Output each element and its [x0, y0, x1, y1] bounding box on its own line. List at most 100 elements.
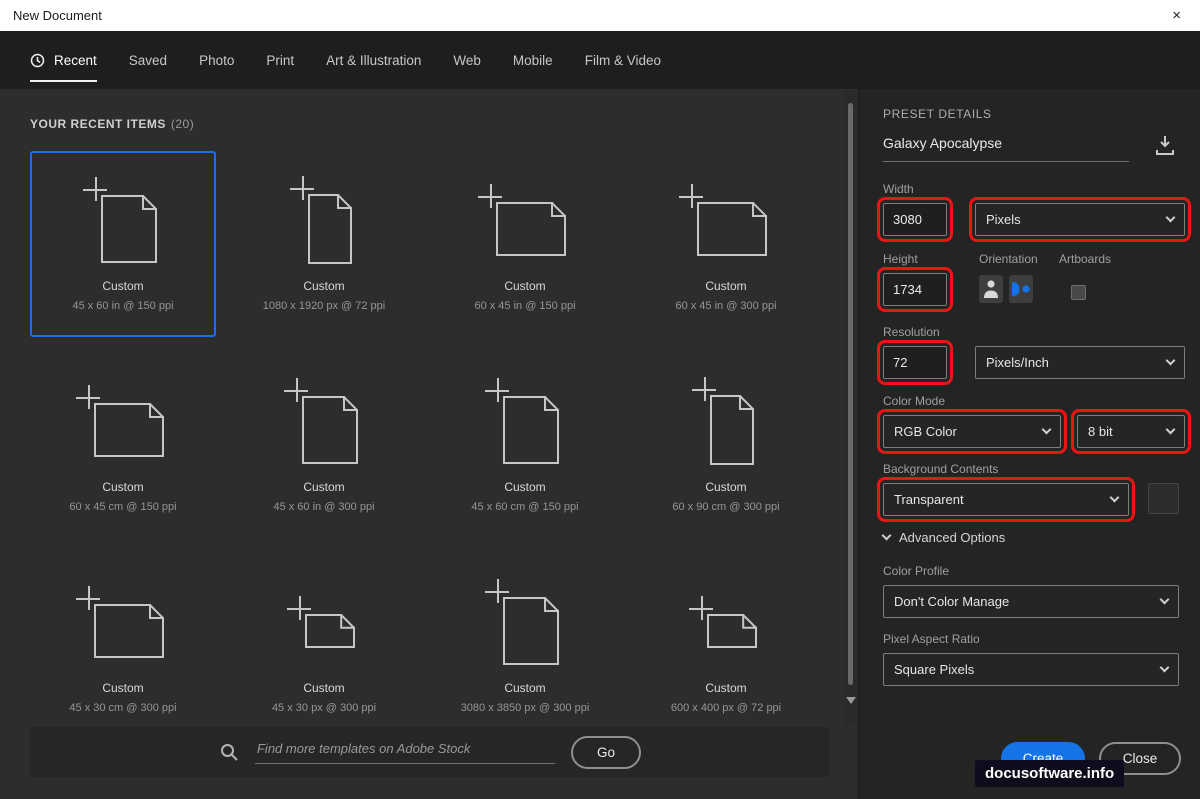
chevron-down-icon — [1166, 356, 1176, 366]
recent-item-name: Custom — [705, 279, 746, 293]
height-label: Height — [883, 252, 918, 266]
window-close-button[interactable]: × — [1166, 6, 1187, 25]
chevron-down-icon — [1166, 425, 1176, 435]
recent-item-size: 3080 x 3850 px @ 300 ppi — [461, 702, 590, 714]
resolution-unit-select[interactable]: Pixels/Inch — [975, 346, 1185, 379]
tab-film-video[interactable]: Film & Video — [585, 31, 661, 89]
recent-item-9[interactable]: Custom 45 x 30 cm @ 300 ppi — [30, 553, 216, 739]
document-thumbnail-icon — [71, 167, 175, 275]
clock-icon — [30, 53, 45, 68]
document-thumbnail-icon — [71, 569, 175, 677]
advanced-options-label: Advanced Options — [899, 530, 1005, 545]
portrait-orientation-icon[interactable] — [979, 275, 1003, 303]
tab-label: Web — [453, 53, 481, 68]
tab-photo[interactable]: Photo — [199, 31, 234, 89]
advanced-options-toggle[interactable]: Advanced Options — [883, 530, 1005, 545]
chevron-down-icon — [882, 531, 892, 541]
background-contents-select[interactable]: Transparent — [883, 483, 1129, 516]
pixel-aspect-ratio-select[interactable]: Square Pixels — [883, 653, 1179, 686]
tab-label: Print — [266, 53, 294, 68]
bit-depth-value: 8 bit — [1088, 424, 1113, 439]
recent-items-heading: YOUR RECENT ITEMS(20) — [30, 117, 194, 131]
color-mode-select[interactable]: RGB Color — [883, 415, 1061, 448]
go-button[interactable]: Go — [571, 736, 641, 769]
height-input[interactable] — [883, 273, 947, 306]
recent-items-area: YOUR RECENT ITEMS(20) Custom 45 x 60 in … — [0, 89, 858, 799]
recent-item-1[interactable]: Custom 45 x 60 in @ 150 ppi — [30, 151, 216, 337]
scrollbar-down-arrow-icon[interactable] — [846, 697, 856, 704]
bit-depth-select[interactable]: 8 bit — [1077, 415, 1185, 448]
chevron-down-icon — [1160, 595, 1170, 605]
watermark: docusoftware.info — [975, 760, 1124, 787]
recent-item-size: 45 x 60 in @ 150 ppi — [72, 300, 173, 312]
document-thumbnail-icon — [473, 368, 577, 476]
recent-items-count: (20) — [171, 117, 194, 131]
recent-item-name: Custom — [102, 681, 143, 695]
tab-label: Saved — [129, 53, 167, 68]
tab-saved[interactable]: Saved — [129, 31, 167, 89]
recent-item-2[interactable]: Custom 1080 x 1920 px @ 72 ppi — [231, 151, 417, 337]
chevron-down-icon — [1160, 663, 1170, 673]
recent-item-name: Custom — [303, 279, 344, 293]
recent-item-4[interactable]: Custom 60 x 45 in @ 300 ppi — [633, 151, 819, 337]
chevron-down-icon — [1042, 425, 1052, 435]
resolution-label: Resolution — [883, 325, 940, 339]
tab-label: Film & Video — [585, 53, 661, 68]
background-contents-value: Transparent — [894, 492, 964, 507]
recent-item-size: 45 x 60 cm @ 150 ppi — [471, 501, 578, 513]
adobe-stock-search-bar: Go — [30, 727, 830, 777]
resolution-input[interactable] — [883, 346, 947, 379]
background-contents-label: Background Contents — [883, 462, 998, 476]
tab-recent[interactable]: Recent — [30, 31, 97, 89]
color-profile-select[interactable]: Don't Color Manage — [883, 585, 1179, 618]
search-input[interactable] — [255, 741, 555, 764]
tab-mobile[interactable]: Mobile — [513, 31, 553, 89]
recent-item-size: 45 x 30 cm @ 300 ppi — [69, 702, 176, 714]
tab-web[interactable]: Web — [453, 31, 481, 89]
recent-item-name: Custom — [504, 681, 545, 695]
recent-item-6[interactable]: Custom 45 x 60 in @ 300 ppi — [231, 352, 417, 538]
tab-art-illustration[interactable]: Art & Illustration — [326, 31, 421, 89]
scrollbar-thumb[interactable] — [848, 103, 853, 685]
window-titlebar: New Document × — [0, 0, 1200, 31]
recent-item-size: 1080 x 1920 px @ 72 ppi — [263, 300, 385, 312]
recent-item-name: Custom — [705, 480, 746, 494]
resolution-unit-value: Pixels/Inch — [986, 355, 1049, 370]
recent-grid: Custom 45 x 60 in @ 150 ppi Custom 1080 … — [30, 151, 819, 739]
recent-item-10[interactable]: Custom 45 x 30 px @ 300 ppi — [231, 553, 417, 739]
width-unit-select[interactable]: Pixels — [975, 203, 1185, 236]
document-thumbnail-icon — [473, 569, 577, 677]
document-thumbnail-icon — [674, 167, 778, 275]
pixel-aspect-ratio-label: Pixel Aspect Ratio — [883, 632, 980, 646]
search-icon — [219, 742, 239, 762]
recent-item-name: Custom — [303, 681, 344, 695]
tab-label: Photo — [199, 53, 234, 68]
recent-item-11[interactable]: Custom 3080 x 3850 px @ 300 ppi — [432, 553, 618, 739]
tab-label: Recent — [54, 53, 97, 68]
recent-item-size: 60 x 45 cm @ 150 ppi — [69, 501, 176, 513]
recent-item-7[interactable]: Custom 45 x 60 cm @ 150 ppi — [432, 352, 618, 538]
document-name-input[interactable] — [883, 135, 1129, 162]
recent-item-name: Custom — [303, 480, 344, 494]
color-profile-value: Don't Color Manage — [894, 594, 1009, 609]
recent-item-3[interactable]: Custom 60 x 45 in @ 150 ppi — [432, 151, 618, 337]
scrollbar-track[interactable] — [845, 91, 857, 725]
chevron-down-icon — [1110, 493, 1120, 503]
width-input[interactable] — [883, 203, 947, 236]
color-profile-label: Color Profile — [883, 564, 949, 578]
width-label: Width — [883, 182, 914, 196]
recent-item-name: Custom — [102, 480, 143, 494]
recent-item-size: 60 x 90 cm @ 300 ppi — [672, 501, 779, 513]
recent-item-5[interactable]: Custom 60 x 45 cm @ 150 ppi — [30, 352, 216, 538]
color-mode-value: RGB Color — [894, 424, 957, 439]
recent-item-8[interactable]: Custom 60 x 90 cm @ 300 ppi — [633, 352, 819, 538]
tab-print[interactable]: Print — [266, 31, 294, 89]
document-thumbnail-icon — [272, 167, 376, 275]
background-color-swatch[interactable] — [1148, 483, 1179, 514]
landscape-orientation-icon[interactable] — [1009, 275, 1033, 303]
save-preset-icon[interactable] — [1151, 131, 1179, 164]
artboards-checkbox[interactable] — [1071, 285, 1086, 300]
pixel-aspect-ratio-value: Square Pixels — [894, 662, 974, 677]
preset-details-heading: PRESET DETAILS — [883, 107, 992, 121]
recent-item-12[interactable]: Custom 600 x 400 px @ 72 ppi — [633, 553, 819, 739]
